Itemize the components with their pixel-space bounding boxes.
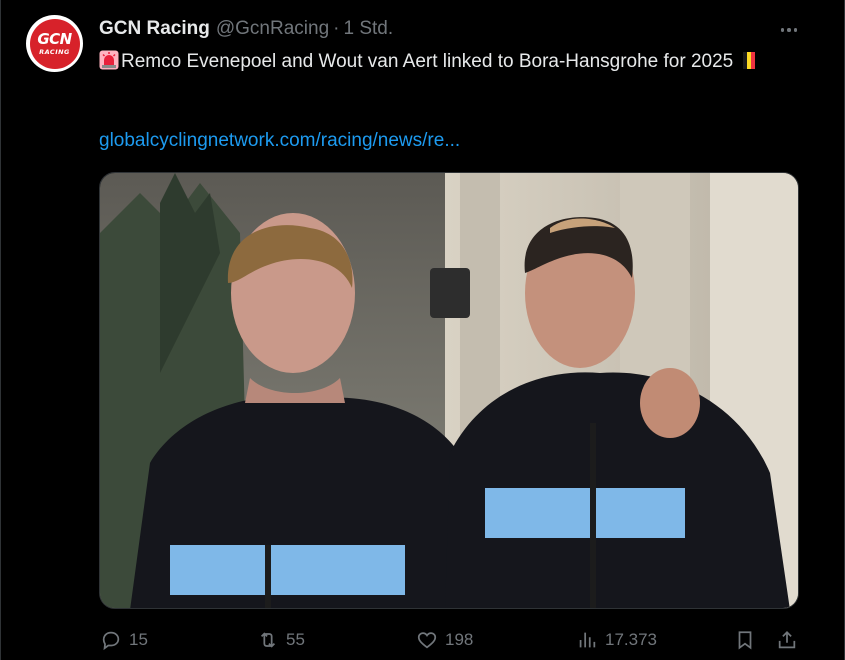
siren-icon bbox=[99, 50, 119, 70]
timeline-border-left bbox=[0, 0, 1, 660]
bookmark-icon bbox=[738, 631, 752, 650]
reply-button[interactable]: 15 bbox=[100, 625, 148, 655]
avatar[interactable]: GCN RACING bbox=[26, 15, 83, 72]
views-icon bbox=[579, 632, 596, 648]
photo-illustration bbox=[100, 173, 798, 608]
like-icon bbox=[417, 632, 437, 649]
tweet-header: GCN Racing @GcnRacing · 1 Std. bbox=[99, 18, 393, 40]
repost-count: 55 bbox=[286, 630, 305, 649]
avatar-logo: GCN RACING bbox=[29, 18, 80, 69]
more-options-button[interactable] bbox=[777, 19, 801, 41]
article-link[interactable]: globalcyclingnetwork.com/racing/news/re.… bbox=[99, 130, 460, 152]
tweet-text-body: Remco Evenepoel and Wout van Aert linked… bbox=[121, 51, 734, 72]
avatar-logo-text: GCN bbox=[37, 29, 72, 48]
views-button[interactable]: 17.373 bbox=[576, 625, 657, 655]
bookmark-button[interactable] bbox=[734, 625, 756, 655]
tweet-actions-bar: 15 55 198 17.373 bbox=[0, 625, 845, 655]
header-separator: · bbox=[333, 18, 340, 39]
author-name[interactable]: GCN Racing bbox=[99, 18, 210, 40]
share-button[interactable] bbox=[776, 625, 798, 655]
views-count: 17.373 bbox=[605, 630, 657, 649]
more-icon bbox=[780, 28, 798, 32]
tweet-text: Remco Evenepoel and Wout van Aert linked… bbox=[99, 48, 799, 76]
repost-icon bbox=[260, 632, 276, 648]
tweet-timestamp[interactable]: 1 Std. bbox=[343, 18, 393, 40]
like-count: 198 bbox=[445, 630, 474, 649]
avatar-logo-subtext: RACING bbox=[39, 47, 70, 56]
like-button[interactable]: 198 bbox=[416, 625, 473, 655]
repost-button[interactable]: 55 bbox=[257, 625, 305, 655]
tweet-media-image[interactable] bbox=[99, 172, 799, 609]
share-icon bbox=[778, 630, 796, 649]
belgium-flag-icon bbox=[743, 52, 756, 69]
reply-count: 15 bbox=[129, 630, 148, 649]
reply-icon bbox=[102, 631, 120, 651]
author-handle[interactable]: @GcnRacing bbox=[216, 18, 329, 40]
